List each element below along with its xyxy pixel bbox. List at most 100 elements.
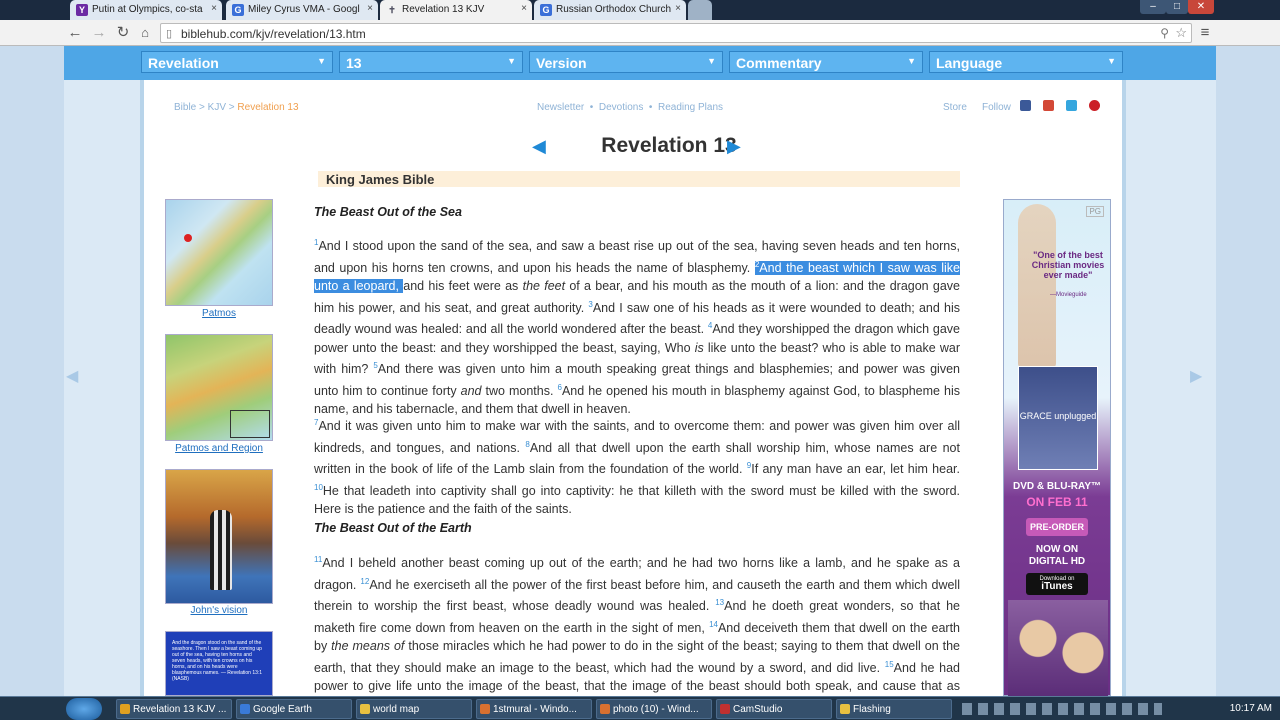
google-plus-icon[interactable] [1043, 100, 1054, 111]
minimize-button[interactable]: – [1140, 0, 1166, 14]
star-icon[interactable]: ☆ [1175, 25, 1187, 41]
dropdown-arrow-icon: ▼ [907, 56, 916, 66]
ad-date: ON FEB 11 [1026, 495, 1088, 509]
image-viewer-icon [600, 704, 610, 714]
itunes-button[interactable]: Download on iTunes [1026, 573, 1088, 595]
taskbar-item-label: photo (10) - Wind... [613, 704, 699, 715]
windows-taskbar: Revelation 13 KJV ... Google Earth world… [0, 696, 1280, 720]
taskbar-item[interactable]: CamStudio [716, 699, 832, 719]
verse-number[interactable]: 10 [314, 483, 323, 492]
verse-number[interactable]: 15 [885, 660, 894, 669]
menu-icon[interactable]: ≡ [1196, 24, 1214, 42]
advertisement[interactable]: PG "One of the best Christian movies eve… [1003, 199, 1111, 696]
browser-tab[interactable]: G Russian Orthodox Church × [534, 0, 686, 20]
twitter-icon[interactable] [1066, 100, 1077, 111]
browser-tab[interactable]: G Miley Cyrus VMA - Googl × [226, 0, 378, 20]
patmos-region-caption-link[interactable]: Patmos and Region [165, 443, 273, 454]
verse-italic: is [694, 340, 704, 355]
johns-vision-painting[interactable] [165, 469, 273, 604]
patmos-region-map-image[interactable] [165, 334, 273, 441]
family-photo [1008, 600, 1108, 696]
ad-quote-source: —Movieguide [1050, 292, 1087, 298]
itunes-label: iTunes [1041, 581, 1073, 592]
browser-tab[interactable]: Y Putin at Olympics, co-sta × [70, 0, 222, 20]
pinterest-icon[interactable] [1089, 100, 1100, 111]
verse-italic: and [460, 383, 482, 398]
language-select[interactable]: Language ▼ [929, 51, 1123, 73]
maximize-button[interactable]: □ [1166, 0, 1188, 14]
close-tab-icon[interactable]: × [521, 3, 527, 14]
devotions-link[interactable]: Devotions [599, 102, 643, 113]
patmos-map-image[interactable] [165, 199, 273, 306]
dvd-cover-image: GRACE unplugged [1018, 366, 1098, 470]
dropdown-arrow-icon: ▼ [707, 56, 716, 66]
close-window-button[interactable]: ✕ [1188, 0, 1214, 14]
follow-label: Follow [982, 102, 1011, 113]
clock[interactable]: 10:17 AM [1230, 703, 1272, 714]
figure-shape [210, 510, 232, 590]
breadcrumb-kjv[interactable]: KJV [208, 102, 226, 113]
store-link[interactable]: Store [943, 102, 967, 113]
facebook-icon[interactable] [1020, 100, 1031, 111]
zoom-icon[interactable]: ⚲ [1160, 26, 1169, 40]
breadcrumb-current: Revelation 13 [237, 102, 299, 113]
patmos-caption-link[interactable]: Patmos [165, 308, 273, 319]
back-arrow-icon[interactable]: ← [66, 24, 84, 42]
next-page-arrow-icon[interactable]: ▶ [1190, 366, 1202, 386]
verse-paragraph: 1And I stood upon the sand of the sea, a… [314, 234, 960, 419]
verse-card-text: And the dragon stood on the sand of the … [172, 640, 263, 682]
tab-title: Miley Cyrus VMA - Googl [248, 4, 360, 15]
ad-now-digital: NOW ON DIGITAL HD [1028, 544, 1086, 567]
taskbar-item[interactable]: Flashing [836, 699, 952, 719]
breadcrumb-bible[interactable]: Bible [174, 102, 196, 113]
taskbar-item[interactable]: photo (10) - Wind... [596, 699, 712, 719]
forward-arrow-icon[interactable]: → [90, 24, 108, 42]
home-icon[interactable]: ⌂ [136, 24, 154, 42]
verse-number[interactable]: 14 [709, 620, 718, 629]
taskbar-item[interactable]: Google Earth [236, 699, 352, 719]
page-viewport: Revelation ▼ 13 ▼ Version ▼ Commentary ▼ Lan… [64, 46, 1216, 696]
browser-tab-active[interactable]: ✝ Revelation 13 KJV × [380, 0, 532, 20]
johns-vision-caption-link[interactable]: John's vision [165, 605, 273, 616]
top-links: Newsletter • Devotions • Reading Plans [537, 102, 724, 113]
close-tab-icon[interactable]: × [367, 3, 373, 14]
taskbar-item[interactable]: 1stmural - Windo... [476, 699, 592, 719]
book-select[interactable]: Revelation ▼ [141, 51, 333, 73]
start-button[interactable] [66, 698, 102, 720]
newsletter-link[interactable]: Newsletter [537, 102, 584, 113]
reload-icon[interactable]: ↻ [114, 24, 132, 42]
content-page: Bible > KJV > Revelation 13 Newsletter •… [140, 80, 1126, 696]
address-bar[interactable]: ▯ biblehub.com/kjv/revelation/13.htm ⚲ ☆ [160, 23, 1192, 43]
tab-title: Putin at Olympics, co-sta [92, 4, 203, 15]
preorder-button[interactable]: PRE-ORDER [1026, 518, 1088, 536]
close-tab-icon[interactable]: × [211, 3, 217, 14]
taskbar-item[interactable]: world map [356, 699, 472, 719]
verse-italic: the means of [331, 639, 405, 654]
chapter-select[interactable]: 13 ▼ [339, 51, 523, 73]
section-heading: The Beast Out of the Earth [314, 521, 472, 535]
verse-card-image[interactable]: And the dragon stood on the sand of the … [165, 631, 273, 696]
page-icon: ▯ [166, 28, 173, 40]
chrome-icon [120, 704, 130, 714]
commentary-select[interactable]: Commentary ▼ [729, 51, 923, 73]
taskbar-item[interactable]: Revelation 13 KJV ... [116, 699, 232, 719]
reading-plans-link[interactable]: Reading Plans [658, 102, 723, 113]
dropdown-arrow-icon: ▼ [507, 56, 516, 66]
version-select[interactable]: Version ▼ [529, 51, 723, 73]
verse-number[interactable]: 12 [360, 577, 369, 586]
next-chapter-arrow-icon[interactable]: ▶ [727, 136, 741, 157]
ad-release: DVD & BLU-RAY™ [1013, 481, 1101, 492]
folder-icon [840, 704, 850, 714]
select-label: Revelation [148, 55, 219, 71]
close-tab-icon[interactable]: × [675, 3, 681, 14]
tab-title: Revelation 13 KJV [402, 4, 485, 15]
new-tab-button[interactable] [688, 0, 712, 20]
tab-title: Russian Orthodox Church [556, 4, 672, 15]
verse-number[interactable]: 13 [715, 598, 724, 607]
dvd-cover-title: GRACE unplugged [1019, 411, 1097, 421]
verse-italic: the feet [522, 279, 566, 294]
system-tray-icons[interactable] [962, 703, 1162, 715]
browser-toolbar: ← → ↻ ⌂ ▯ biblehub.com/kjv/revelation/13… [0, 20, 1280, 46]
prev-page-arrow-icon[interactable]: ◀ [66, 366, 78, 386]
yahoo-icon: Y [76, 4, 88, 16]
